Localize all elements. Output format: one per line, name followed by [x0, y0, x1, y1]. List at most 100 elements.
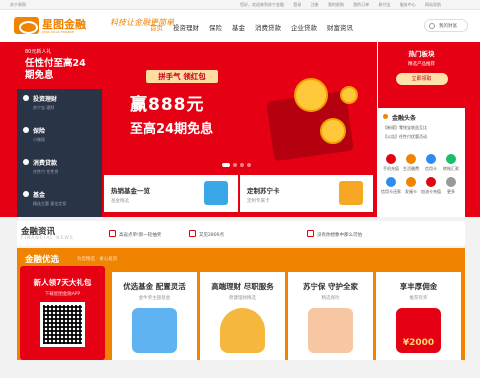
finance-news-item[interactable]: 高返点单!新一轮抽奖: [109, 230, 161, 238]
promo-card[interactable]: 定制苏宁卡 定制专属卡: [240, 175, 373, 212]
right-panel: 热门板块 精选产品推荐 立即领取 金融头条 【新规】零钱宝收益互比 【公告】任性…: [377, 42, 465, 217]
service-gift-card[interactable]: 发福卡: [401, 177, 421, 195]
sidebar-item-title: 消费贷款: [33, 160, 58, 167]
nav-wealth-news[interactable]: 财富资讯: [327, 22, 353, 32]
sidebar-item-title: 基金: [33, 192, 46, 199]
finance-news-item[interactable]: 又见2800点: [189, 230, 224, 238]
top-links: 您好，欢迎来到苏宁金融 登录 注册 我的易购 我的订单 易付宝 服务中心 网站导…: [240, 2, 449, 8]
logo-mark-icon: [14, 17, 39, 34]
banner-headline: 赢888元: [130, 95, 205, 115]
service-more[interactable]: 更多: [441, 177, 461, 195]
wealth-card[interactable]: 高端理财 尽职服务 稳健理财精选: [200, 272, 285, 360]
fund-illustration-icon: [132, 308, 177, 353]
hot-claim-button[interactable]: 立即领取: [395, 73, 448, 85]
sidebar: 80元新人礼 任性付至高24期免息 投资理财 苏宁宝 理财 保险 小微保 消费贷…: [17, 42, 102, 217]
carousel-dot[interactable]: [240, 163, 244, 167]
service-transfer[interactable]: 转账汇款: [441, 154, 461, 172]
sidebar-item-insurance[interactable]: 保险 小微保: [17, 121, 102, 153]
nav-fund[interactable]: 基金: [232, 22, 245, 32]
sidebar-promo-big: 任性付至高24期免息: [25, 58, 86, 81]
youxuan-sub: 为您精选 · 省心投资: [77, 257, 118, 262]
sidebar-promo[interactable]: 80元新人礼 任性付至高24期免息: [17, 42, 102, 89]
logo-en-text: STAR ATLAS FINANCE: [42, 30, 75, 34]
insurance-card[interactable]: 苏宁保 守护全家 精选保险: [288, 272, 373, 360]
top-link[interactable]: 登录: [293, 2, 301, 7]
carousel-dots: [222, 163, 251, 167]
top-link[interactable]: 注册: [311, 2, 319, 7]
loan-icon: [23, 159, 29, 165]
headline-news: 金融头条 【新规】零钱宝收益互比 【公告】任性付优惠活动: [377, 108, 465, 152]
sidebar-item-sub: 小微保: [33, 137, 45, 142]
my-wealth-button[interactable]: 我的财富: [424, 19, 468, 32]
sidebar-item-sub: 苏宁宝 理财: [33, 105, 55, 110]
red-packet-icon: ¥2000: [396, 308, 441, 353]
service-label: 手机充值: [383, 166, 399, 171]
news-item[interactable]: 【公告】任性付优惠活动: [383, 134, 459, 140]
nav-home[interactable]: 首页: [150, 22, 163, 32]
card-title: 享丰厚佣金: [399, 282, 438, 291]
promo-title: 热销基金一览: [111, 187, 150, 195]
nav-insurance[interactable]: 保险: [209, 22, 222, 32]
sidebar-promo-small: 80元新人礼: [25, 49, 52, 55]
fund-icon: [23, 191, 29, 197]
service-card-repay[interactable]: 信用卡还款: [381, 177, 401, 195]
logo[interactable]: 星图金融 STAR ATLAS FINANCE: [14, 16, 98, 37]
hero-banner[interactable]: 拼手气 领红包 赢888元 至高24期免息: [102, 42, 375, 171]
service-utilities[interactable]: 生活缴费: [401, 154, 421, 172]
sidebar-item-fund[interactable]: 基金 精选主题 基金定投: [17, 185, 102, 217]
carousel-dot[interactable]: [233, 163, 237, 167]
nav-business-loan[interactable]: 企业贷款: [291, 22, 317, 32]
card-title: 高端理财 尽职服务: [211, 282, 274, 291]
promo-fund[interactable]: 热销基金一览 基金精选: [104, 175, 238, 212]
service-label: 发福卡: [405, 189, 417, 194]
top-link[interactable]: 您好，欢迎来到苏宁金融: [240, 2, 284, 7]
fund-card[interactable]: 优选基金 配置灵活 金牛奖主题基金: [112, 272, 197, 360]
commission-card[interactable]: 享丰厚佣金 推荐有奖 ¥2000: [376, 272, 461, 360]
sidebar-item-invest[interactable]: 投资理财 苏宁宝 理财: [17, 89, 102, 121]
phone-icon: [386, 154, 396, 164]
top-link[interactable]: 我的易购: [328, 2, 344, 7]
location-text[interactable]: 苏宁易购: [10, 2, 26, 8]
repay-icon: [386, 177, 396, 187]
sidebar-item-title: 投资理财: [33, 96, 58, 103]
sidebar-item-title: 保险: [33, 128, 46, 135]
top-link[interactable]: 服务中心: [400, 2, 416, 7]
finance-news-bar: 金融资讯 FINANCIAL NEWS 高返点单!新一轮抽奖 又见2800点 没…: [17, 221, 465, 246]
carousel-dot[interactable]: [247, 163, 251, 167]
youxuan-title: 金融优选: [25, 255, 60, 265]
gift-box-icon: [339, 181, 363, 205]
card-sub: 推荐有奖: [409, 296, 428, 301]
service-label: 信用卡: [425, 166, 437, 171]
bill-icon: [406, 154, 416, 164]
sidebar-item-sub: 精选主题 基金定投: [33, 201, 67, 206]
top-link[interactable]: 易付宝: [378, 2, 390, 7]
hot-sub: 精选产品推荐: [408, 62, 435, 67]
qr-code-icon: [40, 302, 85, 347]
card-sub: 金牛奖主题基金: [138, 296, 171, 301]
promo-sub: 基金精选: [111, 199, 129, 204]
card-sub: 精选保险: [321, 296, 340, 301]
finance-news-item[interactable]: 没有你想象中那么可怕: [307, 230, 362, 238]
app-gift-card[interactable]: 新人领7天大礼包 下载星图金融APP: [20, 266, 105, 360]
service-grid: 手机充值 生活缴费 信用卡 转账汇款 信用卡还款 发福卡 加油卡充值 更多: [377, 152, 465, 197]
nav-invest[interactable]: 投资理财: [173, 22, 199, 32]
coin-icon: [294, 78, 328, 112]
nav-consumer-loan[interactable]: 消费贷款: [255, 22, 281, 32]
top-link[interactable]: 我的订单: [353, 2, 369, 7]
my-wealth-label: 我的财富: [439, 24, 457, 29]
user-icon: [429, 23, 435, 29]
top-link[interactable]: 网站导航: [425, 2, 441, 7]
service-phone-recharge[interactable]: 手机充值: [381, 154, 401, 172]
red-packet-amount: ¥2000: [402, 338, 435, 348]
gift-icon: [406, 177, 416, 187]
sidebar-item-loan[interactable]: 消费贷款 任性付 任性贷: [17, 153, 102, 185]
card-icon: [426, 154, 436, 164]
invest-icon: [23, 95, 29, 101]
promo-title: 定制苏宁卡: [247, 187, 280, 195]
carousel-dot[interactable]: [222, 163, 230, 167]
service-label: 信用卡还款: [381, 189, 401, 194]
service-credit-card[interactable]: 信用卡: [421, 154, 441, 172]
news-item[interactable]: 【新规】零钱宝收益互比: [383, 125, 459, 131]
sidebar-item-sub: 任性付 任性贷: [33, 169, 59, 174]
service-fuel-card[interactable]: 加油卡充值: [421, 177, 441, 195]
